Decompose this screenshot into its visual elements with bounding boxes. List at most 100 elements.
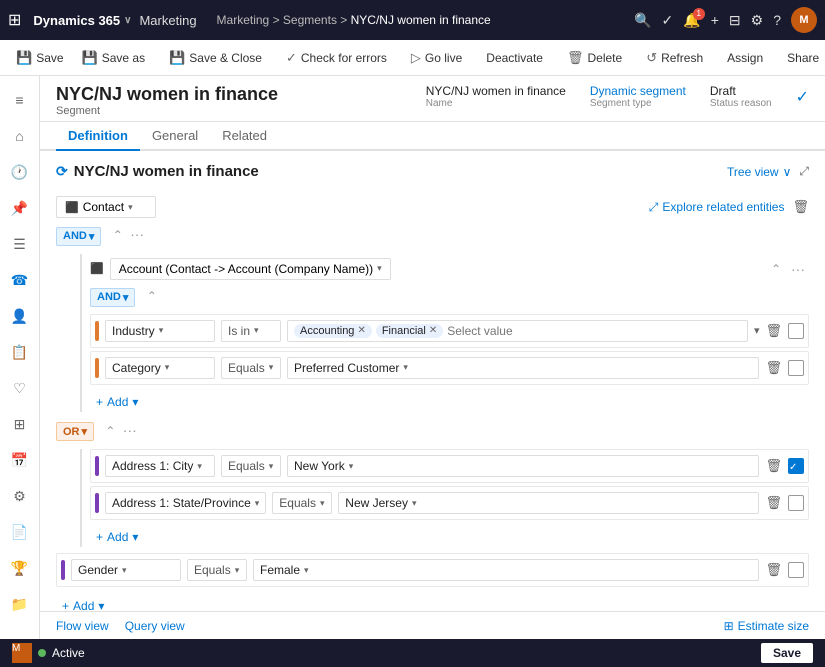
category-field-select[interactable]: Category ▾ xyxy=(105,357,215,379)
state-op-select[interactable]: Equals ▾ xyxy=(272,492,332,514)
sidebar-folder-icon[interactable]: 📁 xyxy=(4,588,36,620)
industry-checkbox[interactable] xyxy=(788,323,804,339)
save-button[interactable]: 💾 Save xyxy=(8,46,72,70)
sidebar-menu-icon[interactable]: ≡ xyxy=(4,84,36,116)
sidebar-calendar-icon[interactable]: 📅 xyxy=(4,444,36,476)
and-operator-badge[interactable]: AND ▾ xyxy=(56,227,101,246)
gender-field-chevron: ▾ xyxy=(122,565,127,576)
category-op-select[interactable]: Equals ▾ xyxy=(221,357,281,379)
gender-val-select[interactable]: Female ▾ xyxy=(253,559,759,581)
account-ellipsis-btn[interactable]: ··· xyxy=(787,259,809,279)
delete-button[interactable]: 🗑 Delete xyxy=(559,46,630,70)
add-contact-condition-btn[interactable]: + Add ▾ xyxy=(56,596,110,611)
add-condition-btn[interactable]: + Add ▾ xyxy=(90,392,144,412)
help-icon[interactable]: ? xyxy=(773,12,781,28)
contact-up-arrow[interactable]: ⌃ xyxy=(113,228,123,242)
estimate-icon: ⊞ xyxy=(724,619,734,633)
industry-op-select[interactable]: Is in ▾ xyxy=(221,320,281,342)
tag-financial-close[interactable]: ✕ xyxy=(429,325,437,336)
status-dot xyxy=(38,649,46,657)
state-trash-icon[interactable]: 🗑 xyxy=(765,495,782,511)
contact-entity-select[interactable]: ⬛ Contact ▾ xyxy=(56,196,156,218)
sidebar-file-icon[interactable]: 📄 xyxy=(4,516,36,548)
explore-related-link[interactable]: ⤢ Explore related entities xyxy=(649,200,785,215)
deactivate-button[interactable]: Deactivate xyxy=(478,47,551,69)
expand-icon[interactable]: ⤢ xyxy=(799,164,809,179)
gender-op-select[interactable]: Equals ▾ xyxy=(187,559,247,581)
add-icon[interactable]: + xyxy=(711,12,719,28)
gender-checkbox[interactable] xyxy=(788,562,804,578)
account-sub-up-arrow[interactable]: ⌃ xyxy=(147,289,157,303)
city-trash-icon[interactable]: 🗑 xyxy=(765,458,782,474)
state-field-select[interactable]: Address 1: State/Province ▾ xyxy=(105,492,266,514)
industry-val-chevron[interactable]: ▾ xyxy=(754,324,760,337)
category-checkbox[interactable] xyxy=(788,360,804,376)
settings-icon[interactable]: ⚙ xyxy=(751,12,764,29)
category-val-select[interactable]: Preferred Customer ▾ xyxy=(287,357,759,379)
city-checkbox[interactable]: ✓ xyxy=(788,458,804,474)
nav-marketing[interactable]: Marketing xyxy=(139,13,196,28)
industry-trash-icon[interactable]: 🗑 xyxy=(765,323,782,339)
add-condition-label: Add xyxy=(107,395,128,409)
tab-general[interactable]: General xyxy=(140,122,210,151)
filter-icon[interactable]: ⊟ xyxy=(729,12,741,29)
industry-value-container[interactable]: Accounting ✕ Financial ✕ xyxy=(287,320,748,342)
condition-row-state: Address 1: State/Province ▾ Equals ▾ New… xyxy=(90,486,809,520)
or-up-arrow[interactable]: ⌃ xyxy=(105,424,115,438)
status-save-button[interactable]: Save xyxy=(761,643,813,663)
account-entity-select[interactable]: Account (Contact -> Account (Company Nam… xyxy=(110,258,391,280)
industry-field-select[interactable]: Industry ▾ xyxy=(105,320,215,342)
city-op-select[interactable]: Equals ▾ xyxy=(221,455,281,477)
app-grid-icon[interactable]: ⊞ xyxy=(8,10,21,30)
save-close-button[interactable]: 💾 Save & Close xyxy=(161,46,270,70)
gender-field-select[interactable]: Gender ▾ xyxy=(71,559,181,581)
gender-trash-icon[interactable]: 🗑 xyxy=(765,562,782,578)
sidebar-contacts-icon[interactable]: ☎ xyxy=(4,264,36,296)
tab-definition[interactable]: Definition xyxy=(56,122,140,151)
assign-button[interactable]: Assign xyxy=(719,47,771,69)
city-field-select[interactable]: Address 1: City ▾ xyxy=(105,455,215,477)
check-errors-icon: ✓ xyxy=(286,50,297,66)
sidebar-users-icon[interactable]: 👤 xyxy=(4,300,36,332)
sidebar-home-icon[interactable]: ⌂ xyxy=(4,120,36,152)
sidebar-trophy-icon[interactable]: 🏆 xyxy=(4,552,36,584)
sidebar-pinned-icon[interactable]: 📌 xyxy=(4,192,36,224)
save-as-button[interactable]: 💾 Save as xyxy=(74,46,154,70)
flow-view-link[interactable]: Flow view xyxy=(56,619,109,633)
or-operator-badge[interactable]: OR ▾ xyxy=(56,422,94,441)
check-errors-button[interactable]: ✓ Check for errors xyxy=(278,46,395,70)
add-address-condition-btn[interactable]: + Add ▾ xyxy=(90,527,144,547)
tab-related[interactable]: Related xyxy=(210,122,279,151)
share-button[interactable]: Share xyxy=(779,47,825,69)
tree-view-button[interactable]: Tree view ∨ xyxy=(727,165,791,179)
notification-icon[interactable]: 🔔1 xyxy=(683,12,700,29)
industry-value-input[interactable] xyxy=(447,324,602,338)
or-ellipsis-btn[interactable]: ··· xyxy=(119,420,141,440)
or-chevron-icon: ▾ xyxy=(82,425,88,438)
sidebar-heart-icon[interactable]: ♡ xyxy=(4,372,36,404)
refresh-button[interactable]: ↺ Refresh xyxy=(638,46,711,70)
city-val-chevron: ▾ xyxy=(349,461,354,472)
city-val-select[interactable]: New York ▾ xyxy=(287,455,759,477)
check-icon[interactable]: ✓ xyxy=(662,12,674,29)
user-avatar[interactable]: M xyxy=(791,7,817,33)
sidebar-gear-icon[interactable]: ⚙ xyxy=(4,480,36,512)
estimate-size-link[interactable]: ⊞ Estimate size xyxy=(724,619,809,633)
sidebar-docs-icon[interactable]: 📋 xyxy=(4,336,36,368)
account-up-arrow[interactable]: ⌃ xyxy=(771,262,781,276)
state-val-select[interactable]: New Jersey ▾ xyxy=(338,492,759,514)
sidebar-grid-icon[interactable]: ⊞ xyxy=(4,408,36,440)
sidebar-recent-icon[interactable]: 🕐 xyxy=(4,156,36,188)
go-live-button[interactable]: ▷ Go live xyxy=(403,46,470,70)
tag-accounting-close[interactable]: ✕ xyxy=(357,325,365,336)
search-icon[interactable]: 🔍 xyxy=(634,12,651,29)
state-checkbox[interactable] xyxy=(788,495,804,511)
brand-logo[interactable]: Dynamics 365 ∨ xyxy=(33,13,131,28)
category-trash-icon[interactable]: 🗑 xyxy=(765,360,782,376)
query-view-link[interactable]: Query view xyxy=(125,619,185,633)
account-and-badge[interactable]: AND ▾ xyxy=(90,288,135,307)
sidebar-nav-icon[interactable]: ☰ xyxy=(4,228,36,260)
contact-trash-icon[interactable]: 🗑 xyxy=(792,199,809,215)
contact-ellipsis-btn[interactable]: ··· xyxy=(126,224,148,244)
brand-chevron[interactable]: ∨ xyxy=(124,15,131,26)
